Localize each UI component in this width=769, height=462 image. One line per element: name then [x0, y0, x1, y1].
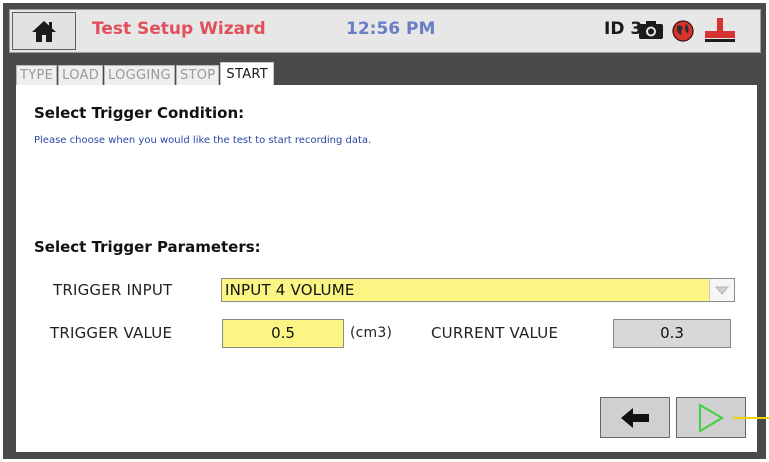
- home-icon: [32, 21, 56, 42]
- home-button[interactable]: [12, 12, 76, 50]
- callout-line: [733, 417, 769, 419]
- tab-type[interactable]: TYPE: [16, 65, 58, 85]
- trigger-parameters-heading: Select Trigger Parameters:: [34, 238, 261, 256]
- play-icon: [699, 402, 724, 433]
- tab-load[interactable]: LOAD: [58, 65, 104, 85]
- trigger-condition-hint: Please choose when you would like the te…: [34, 135, 372, 146]
- wizard-tabs: TYPE LOAD LOGGING STOP START: [16, 62, 275, 85]
- header-bar: Test Setup Wizard 12:56 PM ID 3: [9, 9, 761, 53]
- wizard-window: Test Setup Wizard 12:56 PM ID 3 TYPE LOA…: [3, 3, 766, 459]
- trigger-value-field[interactable]: 0.5: [222, 319, 344, 348]
- device-id: ID 3: [604, 19, 643, 39]
- clock-time: 12:56 PM: [346, 19, 436, 39]
- back-button[interactable]: [600, 397, 670, 438]
- arrow-left-icon: [621, 407, 649, 428]
- trigger-input-label: TRIGGER INPUT: [53, 281, 173, 299]
- trigger-condition-heading: Select Trigger Condition:: [34, 104, 245, 122]
- tab-stop[interactable]: STOP: [175, 65, 220, 85]
- current-value-field: 0.3: [613, 319, 731, 348]
- camera-icon[interactable]: [638, 20, 664, 40]
- trigger-value-label: TRIGGER VALUE: [50, 324, 173, 342]
- trigger-value-unit: (cm3): [350, 325, 393, 341]
- tab-logging[interactable]: LOGGING: [104, 65, 175, 85]
- plumbing-icon[interactable]: [704, 16, 736, 44]
- start-panel: Select Trigger Condition: Please choose …: [16, 85, 757, 452]
- trigger-input-select[interactable]: INPUT 4 VOLUME: [221, 278, 735, 302]
- wizard-title: Test Setup Wizard: [92, 19, 266, 39]
- current-value-label: CURRENT VALUE: [431, 324, 559, 342]
- globe-icon[interactable]: [672, 20, 694, 42]
- trigger-input-value: INPUT 4 VOLUME: [225, 281, 355, 299]
- chevron-down-icon[interactable]: [709, 279, 734, 301]
- tab-start[interactable]: START: [220, 62, 275, 85]
